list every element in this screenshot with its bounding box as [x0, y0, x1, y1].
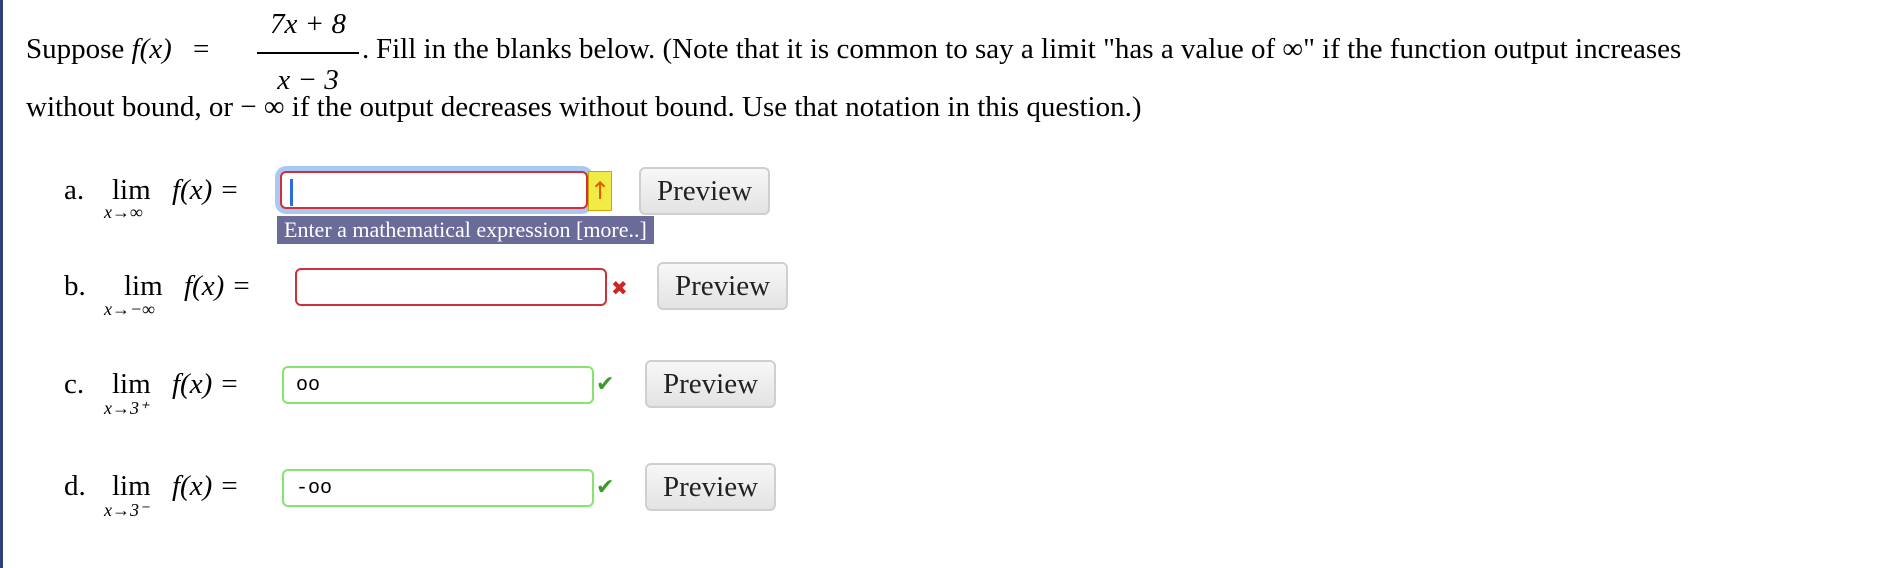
limit-approach: x→3⁻ [104, 500, 149, 520]
limit-function: f(x) = [172, 368, 240, 400]
limit-function: f(x) = [172, 470, 240, 502]
fraction-bar [257, 52, 359, 54]
fraction-period: . [362, 33, 370, 65]
answer-input-d[interactable] [282, 469, 594, 507]
answer-input-b[interactable] [295, 268, 607, 306]
limit-approach: x→∞ [104, 202, 143, 222]
error-x-icon: ✖ [611, 276, 628, 300]
limit-approach: x→−∞ [104, 299, 155, 319]
lim-operator: lim [112, 470, 151, 502]
preview-button-c[interactable]: Preview [645, 360, 777, 408]
part-label: d. [64, 470, 86, 502]
suppose-text: Suppose [26, 33, 125, 65]
check-icon: ✔ [596, 475, 615, 500]
problem-instructions-continued: without bound, or − ∞ if the output decr… [26, 91, 1142, 123]
preview-button-b[interactable]: Preview [657, 262, 789, 310]
preview-button-d[interactable]: Preview [645, 463, 777, 511]
input-tooltip[interactable]: Enter a mathematical expression [more..] [277, 216, 654, 244]
function-name: f(x) [131, 33, 172, 65]
limit-function: f(x) = [172, 174, 240, 206]
answer-input-c[interactable] [282, 366, 594, 404]
limit-function: f(x) = [184, 270, 252, 302]
lim-operator: lim [112, 368, 151, 400]
part-label: c. [64, 368, 85, 400]
text-cursor [290, 179, 293, 206]
limit-approach: x→3⁺ [104, 398, 149, 418]
part-label: a. [64, 174, 85, 206]
equals-sign: = [193, 33, 210, 65]
preview-button-a[interactable]: Preview [639, 167, 771, 215]
check-icon: ✔ [596, 372, 615, 397]
fraction-numerator: 7x + 8 [270, 8, 346, 40]
arrow-up-icon: ↑ [588, 171, 612, 211]
part-label: b. [64, 270, 86, 302]
answer-input-a[interactable] [280, 171, 588, 209]
page-left-border [0, 0, 3, 568]
problem-instructions: Fill in the blanks below. (Note that it … [376, 33, 1682, 65]
problem-intro: Suppose f(x) = [26, 33, 209, 66]
